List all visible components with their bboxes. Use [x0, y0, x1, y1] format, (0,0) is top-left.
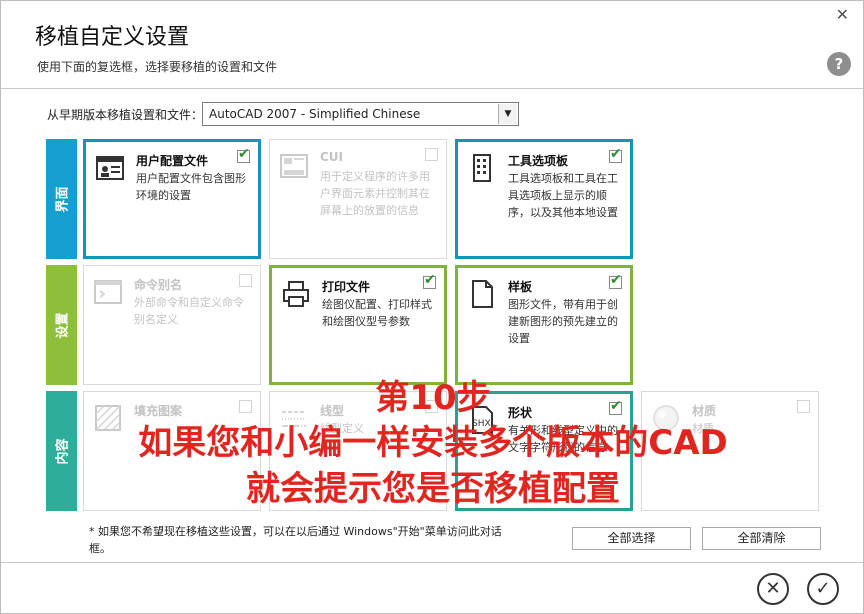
category-interface: 界面 [46, 139, 77, 259]
palette-icon [473, 154, 491, 182]
checkmark-icon: ✔ [238, 146, 250, 162]
card-description: 工具选项板和工具在工具选项板上显示的顺序，以及其他本地设置 [508, 172, 618, 219]
checkmark-icon: ✔ [610, 272, 622, 288]
checkbox-plot-files[interactable]: ✔ [423, 272, 436, 289]
checkmark-icon: ✔ [610, 146, 622, 162]
card-cui[interactable]: CUI 用于定义程序的许多用户界面元素并控制其在屏幕上的放置的信息 [269, 139, 447, 259]
checkmark-icon: ✔ [424, 272, 436, 288]
alias-icon [94, 280, 122, 304]
card-command-alias[interactable]: 命令别名 外部命令和自定义命令别名定义 [83, 265, 261, 385]
clear-all-button[interactable]: 全部清除 [702, 527, 821, 550]
checkbox-cui[interactable] [425, 148, 438, 161]
card-title: 命令别名 [134, 278, 183, 292]
checkbox-tool-palettes[interactable]: ✔ [609, 146, 622, 163]
chevron-down-icon[interactable]: ▼ [498, 104, 517, 124]
category-settings-label: 设置 [55, 311, 71, 339]
category-interface-label: 界面 [55, 185, 71, 213]
profile-icon [96, 156, 124, 180]
card-description: 外部命令和自定义命令别名定义 [134, 296, 244, 326]
checkbox-templates[interactable]: ✔ [609, 272, 622, 289]
card-description: 绘图仪配置、打印样式和绘图仪型号参数 [322, 298, 432, 328]
card-title: 工具选项板 [508, 154, 569, 168]
checkbox-command-alias[interactable] [239, 274, 252, 287]
printer-icon [283, 281, 309, 307]
card-description: 图形文件，带有用于创建新图形的预先建立的设置 [508, 298, 618, 345]
cui-icon [280, 154, 308, 178]
footer-note: * 如果您不希望现在移植这些设置，可以在以后通过 Windows"开始"菜单访问… [89, 525, 502, 555]
footer-divider [1, 562, 863, 563]
card-title: 用户配置文件 [136, 154, 209, 168]
migrate-settings-dialog: 移植自定义设置 使用下面的复选框，选择要移植的设置和文件 ✕ ? 从早期版本移植… [0, 0, 864, 614]
overlay-line-2: 如果您和小编一样安装多个版本的CAD [138, 423, 728, 463]
dialog-subtitle: 使用下面的复选框，选择要移植的设置和文件 [37, 60, 278, 74]
card-title: 样板 [508, 280, 533, 294]
dialog-title: 移植自定义设置 [35, 25, 190, 50]
template-icon [472, 280, 493, 308]
overlay-line-3: 就会提示您是否移植配置 [246, 469, 620, 509]
card-title: CUI [320, 150, 344, 164]
checkbox-user-profile[interactable]: ✔ [237, 146, 250, 163]
header-divider [1, 88, 863, 89]
card-plot-files[interactable]: 打印文件 绘图仪配置、打印样式和绘图仪型号参数 ✔ [269, 265, 447, 385]
card-description: 用于定义程序的许多用户界面元素并控制其在屏幕上的放置的信息 [320, 170, 430, 217]
cancel-icon[interactable]: ✕ [757, 573, 789, 605]
ok-icon[interactable]: ✓ [807, 573, 839, 605]
version-select[interactable]: AutoCAD 2007 - Simplified Chinese ▼ [202, 102, 519, 126]
category-settings: 设置 [46, 265, 77, 385]
close-icon[interactable]: ✕ [836, 5, 849, 24]
version-label: 从早期版本移植设置和文件： [47, 108, 204, 122]
card-user-profile[interactable]: 用户配置文件 用户配置文件包含图形环境的设置 ✔ [83, 139, 261, 259]
card-title: 打印文件 [322, 280, 371, 294]
card-description: 用户配置文件包含图形环境的设置 [136, 172, 246, 202]
help-icon[interactable]: ? [827, 52, 851, 76]
overlay-step: 第10步 [375, 378, 491, 418]
card-tool-palettes[interactable]: 工具选项板 工具选项板和工具在工具选项板上显示的顺序，以及其他本地设置 ✔ [455, 139, 633, 259]
select-all-button[interactable]: 全部选择 [572, 527, 691, 550]
card-templates[interactable]: 样板 图形文件，带有用于创建新图形的预先建立的设置 ✔ [455, 265, 633, 385]
version-select-value: AutoCAD 2007 - Simplified Chinese [209, 107, 421, 121]
